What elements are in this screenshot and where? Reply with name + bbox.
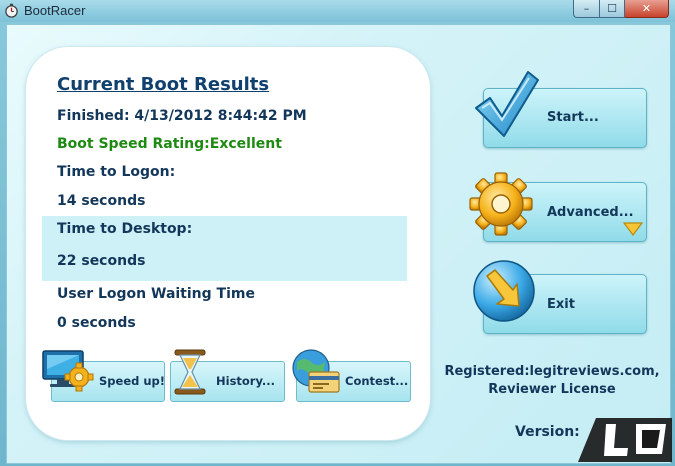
window-title: BootRacer bbox=[24, 3, 86, 18]
globe-card-icon bbox=[292, 349, 340, 393]
contest-label: Contest... bbox=[345, 374, 409, 388]
monitor-gear-icon bbox=[42, 350, 94, 392]
history-label: History... bbox=[216, 374, 276, 388]
desktop-time-label: Time to Desktop: bbox=[57, 221, 193, 237]
minimize-button[interactable]: – bbox=[573, 0, 600, 18]
gear-icon bbox=[469, 172, 533, 236]
stopwatch-icon bbox=[5, 3, 18, 18]
close-button[interactable]: ✕ bbox=[625, 0, 669, 18]
bootracer-window: BootRacer – ☐ ✕ Current Boot Results Fin… bbox=[0, 0, 675, 466]
version-label: Version: bbox=[515, 424, 580, 440]
maximize-button[interactable]: ☐ bbox=[600, 0, 625, 18]
exit-label: Exit bbox=[547, 297, 575, 312]
waiting-time-label: User Logon Waiting Time bbox=[57, 286, 255, 302]
boot-speed-rating: Boot Speed Rating:Excellent bbox=[57, 136, 282, 152]
advanced-label: Advanced... bbox=[547, 205, 634, 220]
logon-time-value: 14 seconds bbox=[57, 193, 146, 209]
speed-up-label: Speed up! bbox=[99, 374, 166, 388]
results-heading: Current Boot Results bbox=[57, 74, 270, 95]
title-bar[interactable]: BootRacer – ☐ ✕ bbox=[0, 0, 675, 22]
registration-line-2: Reviewer License bbox=[488, 382, 616, 397]
registration-info: Registered:legitreviews.com, Reviewer Li… bbox=[436, 363, 668, 399]
waiting-time-value: 0 seconds bbox=[57, 315, 136, 331]
logo-watermark bbox=[578, 418, 672, 462]
exit-arrow-icon bbox=[473, 260, 535, 322]
logon-time-label: Time to Logon: bbox=[57, 164, 176, 180]
chevron-down-icon bbox=[622, 222, 644, 236]
registration-line-1: Registered:legitreviews.com, bbox=[444, 364, 660, 379]
start-label: Start... bbox=[547, 110, 599, 125]
desktop-time-value: 22 seconds bbox=[57, 253, 146, 269]
hourglass-icon bbox=[174, 349, 206, 395]
finished-timestamp: Finished: 4/13/2012 8:44:42 PM bbox=[57, 108, 307, 124]
caption-buttons: – ☐ ✕ bbox=[573, 0, 669, 18]
checkmark-icon bbox=[475, 71, 539, 137]
